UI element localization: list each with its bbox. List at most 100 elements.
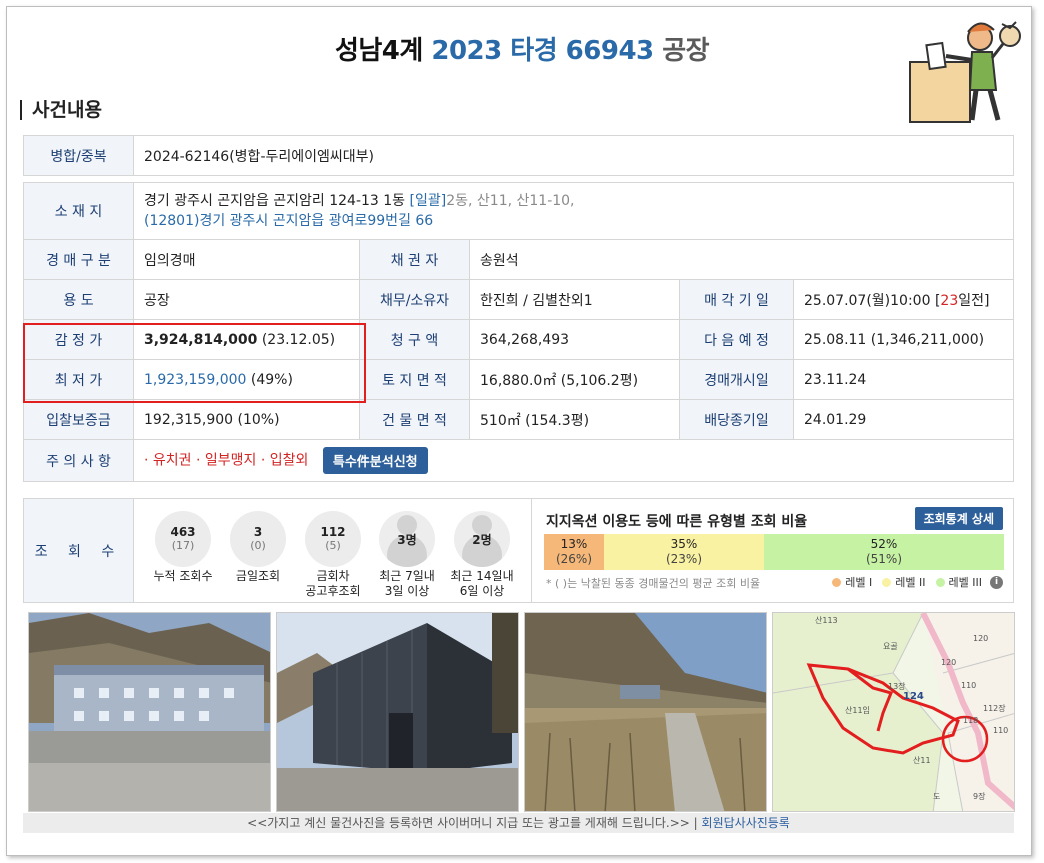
views-round-num: 112 bbox=[320, 525, 346, 539]
property-photo-1[interactable] bbox=[28, 612, 271, 812]
next-date-label: 다 음 예 정 bbox=[679, 319, 794, 360]
map-label-4: 요골 bbox=[883, 642, 898, 651]
dividend-end-label: 배당종기일 bbox=[679, 399, 794, 440]
land-area-value: 16,880.0㎡ (5,106.2평) bbox=[469, 359, 680, 400]
minimum-price-amount: 1,923,159,000 bbox=[144, 371, 247, 388]
stats-bar-level1: 13% (26%) bbox=[544, 534, 604, 570]
location-bundle-items: 2동, 산11, 산11-10, bbox=[446, 193, 575, 209]
case-info-table: 소 재 지 경기 광주시 곤지암읍 곤지암리 124-13 1동 [일괄]2동,… bbox=[23, 182, 1014, 482]
map-label-12: 산11 bbox=[913, 755, 931, 765]
views-round-sub: (5) bbox=[325, 539, 341, 552]
views-today-num: 3 bbox=[253, 525, 263, 539]
debtor-value: 한진희 / 김별찬외1 bbox=[469, 279, 680, 320]
photo-footer: <<가지고 계신 물건사진을 등록하면 사이버머니 지급 또는 광고를 게재해 … bbox=[23, 813, 1014, 833]
views-label: 조 회 수 bbox=[24, 499, 134, 602]
stats-level1-pct: 13% bbox=[560, 537, 588, 551]
stats-ratio-bar: 13% (26%) 35% (23%) 52% (51%) bbox=[544, 534, 1004, 570]
usage-label: 용 도 bbox=[23, 279, 134, 320]
debtor-label: 채무/소유자 bbox=[359, 279, 470, 320]
info-icon[interactable]: i bbox=[990, 575, 1003, 589]
sale-date-days: 23 bbox=[940, 292, 959, 309]
member-photo-register-link[interactable]: 회원답사사진등록 bbox=[702, 816, 790, 830]
map-label-5: 124 bbox=[903, 691, 924, 702]
stats-title: 지지옥션 이용도 등에 따른 유형별 조회 비율 bbox=[546, 514, 808, 530]
mascot-illustration bbox=[909, 21, 1021, 123]
location-bundle-tag[interactable]: [일괄] bbox=[410, 193, 447, 209]
views-14day-caption2: 6일 이상 bbox=[459, 584, 505, 598]
map-label-13: 9장 bbox=[973, 791, 986, 801]
map-label-3: 120 bbox=[941, 658, 956, 667]
property-map[interactable]: 산113 120 120 요골 124 산11임 13장 118 110 112… bbox=[772, 612, 1015, 812]
minimum-price-pct: (49%) bbox=[250, 371, 293, 388]
legend-level2: 레벨 II bbox=[895, 576, 926, 589]
map-label-2: 120 bbox=[973, 634, 988, 643]
views-current-round: 112 (5) 금회차 공고후조회 bbox=[297, 511, 369, 599]
legend-dot-level1 bbox=[832, 577, 842, 587]
dividend-end-value: 24.01.29 bbox=[793, 399, 1014, 440]
stats-level3-avg: (51%) bbox=[865, 552, 903, 566]
footer-notice: <<가지고 계신 물건사진을 등록하면 사이버머니 지급 또는 광고를 게재해 … bbox=[247, 816, 690, 830]
auction-start-label: 경매개시일 bbox=[679, 359, 794, 400]
auction-start-value: 23.11.24 bbox=[793, 359, 1014, 400]
map-label-6: 산11임 bbox=[845, 705, 870, 715]
building-area-label: 건 물 면 적 bbox=[359, 399, 470, 440]
appraisal-value: 3,924,814,000 (23.12.05) bbox=[133, 319, 360, 360]
views-round-caption2: 공고후조회 bbox=[305, 584, 361, 598]
appraisal-label: 감 정 가 bbox=[23, 319, 134, 360]
sale-date-label: 매 각 기 일 bbox=[679, 279, 794, 320]
merge-label: 병합/중복 bbox=[23, 135, 134, 176]
appraisal-date: (23.12.05) bbox=[261, 331, 336, 348]
creditor-label: 채 권 자 bbox=[359, 239, 470, 280]
stats-legend: 레벨 I 레벨 II 레벨 III i bbox=[826, 574, 1003, 590]
land-area-label: 토 지 면 적 bbox=[359, 359, 470, 400]
auction-type-label: 경 매 구 분 bbox=[23, 239, 134, 280]
map-label-11: 110 bbox=[961, 681, 976, 690]
views-7day-users: 3명 최근 7일내 3일 이상 bbox=[369, 511, 445, 599]
property-photo-2[interactable] bbox=[276, 612, 519, 812]
views-7day-caption2: 3일 이상 bbox=[384, 584, 430, 598]
caution-label: 주 의 사 항 bbox=[23, 439, 134, 482]
legend-level1: 레벨 I bbox=[845, 576, 873, 589]
views-total-caption: 누적 조회수 bbox=[153, 569, 213, 583]
location-value: 경기 광주시 곤지암읍 곤지암리 124-13 1동 [일괄]2동, 산11, … bbox=[133, 182, 1014, 240]
merge-table: 병합/중복 2024-62146(병합-두리에이엠씨대부) bbox=[23, 135, 1014, 176]
caution-items: · 유치권 · 일부맹지 · 입찰외 bbox=[144, 452, 309, 469]
usage-value: 공장 bbox=[133, 279, 360, 320]
map-label-1: 산113 bbox=[815, 615, 838, 625]
views-today-caption: 금일조회 bbox=[235, 569, 281, 583]
views-total-sub: (17) bbox=[171, 539, 195, 552]
legend-dot-level3 bbox=[935, 577, 945, 587]
sale-date-value: 25.07.07(월)10:00 [23일전] bbox=[793, 279, 1014, 320]
views-round-caption1: 금회차 bbox=[316, 569, 350, 583]
views-14day-users: 2명 최근 14일내 6일 이상 bbox=[442, 511, 522, 599]
stats-bar-level3: 52% (51%) bbox=[764, 534, 1004, 570]
location-road-address: (12801)경기 광주시 곤지암읍 광여로99번길 66 bbox=[144, 213, 434, 229]
stats-bar-level2: 35% (23%) bbox=[604, 534, 764, 570]
views-today-sub: (0) bbox=[250, 539, 266, 552]
stats-level2-avg: (23%) bbox=[665, 552, 703, 566]
location-address: 경기 광주시 곤지암읍 곤지암리 124-13 1동 bbox=[144, 193, 406, 209]
stats-level1-avg: (26%) bbox=[555, 552, 593, 566]
property-photo-3[interactable] bbox=[524, 612, 767, 812]
map-label-9: 110 bbox=[993, 726, 1008, 735]
person-icon: 2명 bbox=[454, 511, 510, 567]
auction-type-value: 임의경매 bbox=[133, 239, 360, 280]
appraisal-amount: 3,924,814,000 bbox=[144, 331, 258, 348]
legend-dot-level2 bbox=[882, 577, 892, 587]
views-divider bbox=[531, 499, 532, 602]
building-area-value: 510㎡ (154.3평) bbox=[469, 399, 680, 440]
stats-detail-button[interactable]: 조회통계 상세 bbox=[914, 507, 1003, 530]
page-title: 성남4계 2023 타경 66943 공장 bbox=[0, 30, 1044, 67]
stats-note: * ( )는 낙찰된 동종 경매물건의 평균 조회 비율 bbox=[546, 577, 761, 590]
next-date-value: 25.08.11 (1,346,211,000) bbox=[793, 319, 1014, 360]
map-label-7: 13장 bbox=[888, 681, 906, 691]
minimum-price-value: 1,923,159,000 (49%) bbox=[133, 359, 360, 400]
title-property-type: 공장 bbox=[662, 36, 710, 66]
views-today: 3 (0) 금일조회 bbox=[222, 511, 294, 584]
footer-separator: | bbox=[693, 816, 698, 830]
section-title: 사건내용 bbox=[20, 100, 102, 120]
stats-level3-pct: 52% bbox=[870, 537, 898, 551]
claim-label: 청 구 액 bbox=[359, 319, 470, 360]
merge-value: 2024-62146(병합-두리에이엠씨대부) bbox=[133, 135, 1014, 176]
special-analysis-button[interactable]: 특수件분석신청 bbox=[322, 447, 428, 474]
